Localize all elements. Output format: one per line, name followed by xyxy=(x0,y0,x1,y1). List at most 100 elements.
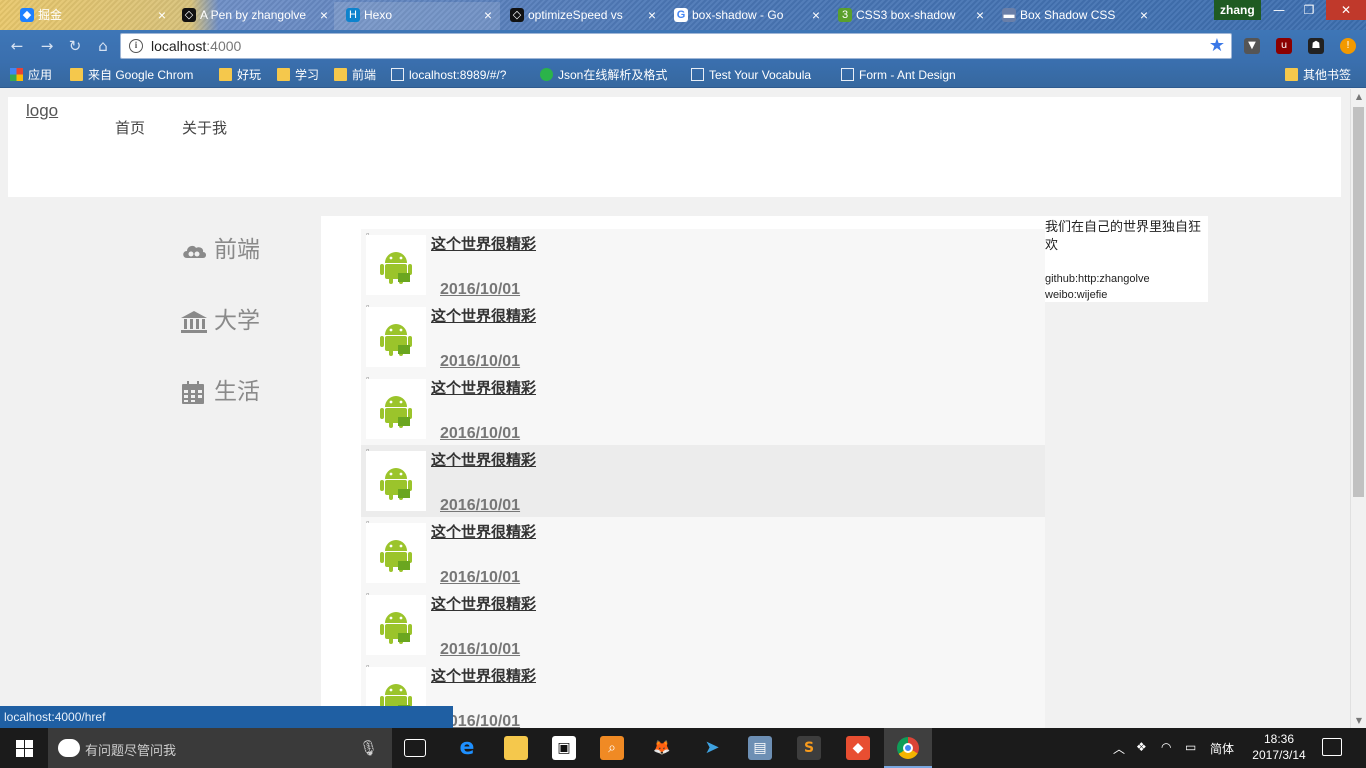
scroll-down-icon[interactable]: ▼ xyxy=(1354,716,1364,725)
post-thumbnail[interactable] xyxy=(366,307,426,367)
bookmark-page[interactable]: Form - Ant Design xyxy=(841,67,956,83)
category-university[interactable]: 大学 xyxy=(180,301,260,334)
nav-home[interactable]: 首页 xyxy=(115,117,145,138)
close-icon[interactable]: × xyxy=(320,2,328,28)
post-date[interactable]: 2016/10/01 xyxy=(440,425,520,443)
edge-icon[interactable]: e xyxy=(455,736,479,760)
window-close-icon[interactable]: ✕ xyxy=(1326,0,1366,20)
bookmark-apps[interactable]: 应用 xyxy=(10,67,52,83)
site-info-icon[interactable]: i xyxy=(129,39,143,53)
address-text[interactable]: localhost:4000 xyxy=(151,38,241,54)
forward-icon[interactable]: → xyxy=(38,37,56,55)
search-tool-icon[interactable]: ⌕ xyxy=(600,736,624,760)
bookmark-folder[interactable]: 前端 xyxy=(334,67,376,83)
ublock-icon[interactable]: u xyxy=(1276,38,1292,54)
wifi-icon[interactable]: ◠ xyxy=(1161,740,1171,754)
tab-hexo[interactable]: H Hexo × xyxy=(334,2,500,30)
profile-button[interactable]: zhang xyxy=(1214,0,1261,20)
post-item[interactable]: ▫这个世界很精彩2016/10/01 xyxy=(361,517,1045,589)
category-frontend[interactable]: 前端 xyxy=(180,230,260,263)
scrollbar-thumb[interactable] xyxy=(1353,107,1364,497)
tab-optimize-speed[interactable]: ◇ optimizeSpeed vs × xyxy=(498,2,664,30)
home-icon[interactable]: ⌂ xyxy=(94,37,112,55)
close-icon[interactable]: × xyxy=(976,2,984,28)
weibo-link[interactable]: weibo:wijefie xyxy=(1045,287,1208,303)
post-title[interactable]: 这个世界很精彩 xyxy=(431,665,536,686)
update-alert-icon[interactable]: ! xyxy=(1340,38,1356,54)
post-title[interactable]: 这个世界很精彩 xyxy=(431,377,536,398)
close-icon[interactable]: × xyxy=(812,2,820,28)
other-bookmarks[interactable]: 其他书签 xyxy=(1285,67,1351,83)
close-icon[interactable]: × xyxy=(648,2,656,28)
post-item[interactable]: ▫这个世界很精彩2016/10/01 xyxy=(361,661,1045,728)
post-date[interactable]: 2016/10/01 xyxy=(440,497,520,515)
minimize-icon[interactable]: — xyxy=(1262,0,1296,20)
post-title[interactable]: 这个世界很精彩 xyxy=(431,593,536,614)
telegram-icon[interactable]: ➤ xyxy=(700,736,724,760)
ime-indicator[interactable]: 简体 xyxy=(1210,740,1234,757)
github-link[interactable]: github:http:zhangolve xyxy=(1045,271,1208,287)
tab-box-shadow-google[interactable]: G box-shadow - Go × xyxy=(662,2,828,30)
close-icon[interactable]: × xyxy=(158,2,166,28)
tab-juejin[interactable]: ◆ 掘金 × xyxy=(8,2,174,30)
bookmark-star-icon[interactable]: ★ xyxy=(1209,35,1225,56)
post-item[interactable]: ▫这个世界很精彩2016/10/01 xyxy=(361,445,1045,517)
tab-css3-box-shadow[interactable]: 3 CSS3 box-shadow × xyxy=(826,2,992,30)
bookmark-page[interactable]: localhost:8989/#/? xyxy=(391,67,506,83)
restore-icon[interactable]: ❐ xyxy=(1292,0,1326,20)
post-thumbnail[interactable] xyxy=(366,451,426,511)
post-title[interactable]: 这个世界很精彩 xyxy=(431,521,536,542)
close-icon[interactable]: × xyxy=(1140,2,1148,28)
post-thumbnail[interactable] xyxy=(366,235,426,295)
calendar-icon xyxy=(182,380,204,404)
post-thumbnail[interactable] xyxy=(366,379,426,439)
battery-icon[interactable]: ▭ xyxy=(1185,740,1196,754)
reload-icon[interactable]: ↻ xyxy=(66,37,84,55)
post-date[interactable]: 2016/10/01 xyxy=(440,569,520,587)
post-date[interactable]: 2016/10/01 xyxy=(440,281,520,299)
ghostery-icon[interactable]: ☗ xyxy=(1308,38,1324,54)
back-icon[interactable]: ← xyxy=(8,37,26,55)
pocket-icon[interactable]: ▼ xyxy=(1244,38,1260,54)
sublime-text-icon[interactable]: S xyxy=(797,736,821,760)
bookmark-folder[interactable]: 好玩 xyxy=(219,67,261,83)
system-clock[interactable]: 18:36 2017/3/14 xyxy=(1244,731,1314,763)
site-logo-link[interactable]: logo xyxy=(26,101,58,121)
microphone-icon[interactable]: 🎙 xyxy=(359,739,378,757)
bookmark-page[interactable]: Json在线解析及格式 xyxy=(540,67,667,83)
tray-expand-icon[interactable]: ︿ xyxy=(1113,740,1125,757)
store-icon[interactable]: ▣ xyxy=(552,736,576,760)
post-item[interactable]: ▫这个世界很精彩2016/10/01 xyxy=(361,229,1045,301)
close-icon[interactable]: × xyxy=(484,2,492,28)
post-item[interactable]: ▫这个世界很精彩2016/10/01 xyxy=(361,373,1045,445)
post-thumbnail[interactable] xyxy=(366,523,426,583)
monitor-app-icon[interactable]: ▤ xyxy=(748,736,772,760)
windows-start-icon[interactable] xyxy=(0,728,48,768)
tab-codepen[interactable]: ◇ A Pen by zhangolve × xyxy=(170,2,336,30)
chrome-taskbar-button[interactable] xyxy=(884,728,932,768)
post-title[interactable]: 这个世界很精彩 xyxy=(431,233,536,254)
action-center-icon[interactable] xyxy=(1322,738,1342,756)
task-view-icon[interactable] xyxy=(404,739,426,757)
fox-app-icon[interactable]: 🦊 xyxy=(650,736,674,760)
post-title[interactable]: 这个世界很精彩 xyxy=(431,305,536,326)
dropbox-icon[interactable]: ❖ xyxy=(1136,740,1147,754)
file-explorer-icon[interactable] xyxy=(504,736,528,760)
address-bar[interactable]: i localhost:4000 ★ xyxy=(120,33,1232,59)
post-date[interactable]: 2016/10/01 xyxy=(440,641,520,659)
post-title[interactable]: 这个世界很精彩 xyxy=(431,449,536,470)
tab-box-shadow-css[interactable]: ▬ Box Shadow CSS × xyxy=(990,2,1156,30)
post-date[interactable]: 2016/10/01 xyxy=(440,353,520,371)
scroll-up-icon[interactable]: ▲ xyxy=(1354,92,1364,101)
post-thumbnail[interactable] xyxy=(366,595,426,655)
page-scrollbar[interactable]: ▲ ▼ xyxy=(1350,89,1366,728)
bookmark-page[interactable]: Test Your Vocabula xyxy=(691,67,811,83)
nav-about[interactable]: 关于我 xyxy=(182,117,227,138)
bookmark-folder[interactable]: 来自 Google Chrom xyxy=(70,67,193,83)
cortana-search-box[interactable]: 有问题尽管问我 🎙 xyxy=(48,728,392,768)
bookmark-folder[interactable]: 学习 xyxy=(277,67,319,83)
git-icon[interactable]: ◆ xyxy=(846,736,870,760)
category-life[interactable]: 生活 xyxy=(180,372,260,405)
post-item[interactable]: ▫这个世界很精彩2016/10/01 xyxy=(361,589,1045,661)
post-item[interactable]: ▫这个世界很精彩2016/10/01 xyxy=(361,301,1045,373)
